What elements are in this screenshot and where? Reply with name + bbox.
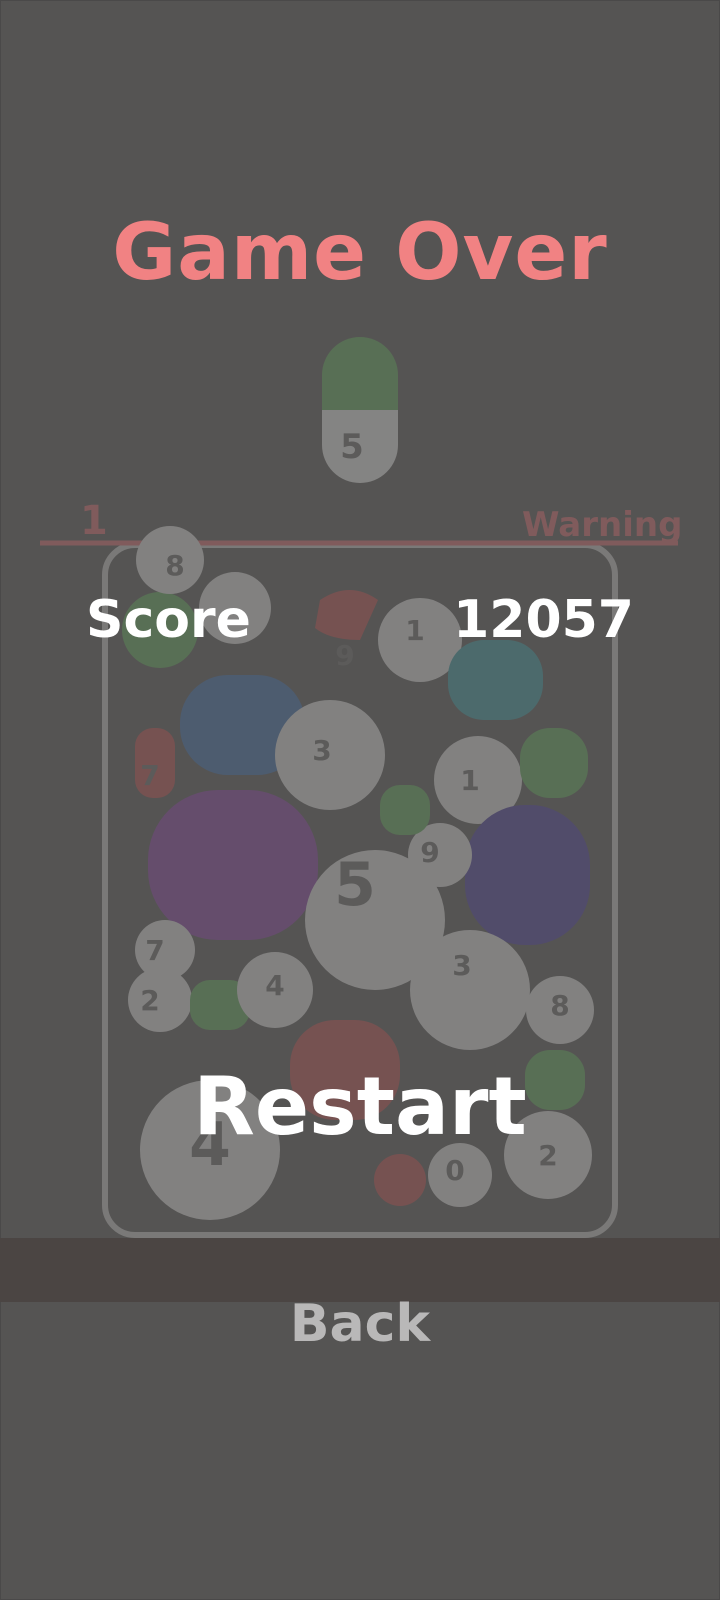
pill-number: 4 <box>265 969 284 1002</box>
pill-number: 8 <box>165 549 184 582</box>
pill <box>128 968 192 1032</box>
score-label: Score <box>86 590 251 650</box>
pill <box>410 930 530 1050</box>
pill-number: 9 <box>420 836 439 869</box>
pill-number: 5 <box>334 850 376 920</box>
bottom-bar <box>0 1238 720 1302</box>
pill-number: 2 <box>140 984 159 1017</box>
pill-number: 1 <box>405 614 424 647</box>
pill-number: 7 <box>140 759 159 792</box>
back-button[interactable]: Back <box>260 1294 460 1354</box>
pill <box>448 640 543 720</box>
pill-number: 8 <box>550 989 569 1022</box>
warning-label: Warning <box>522 505 683 545</box>
pill-number: 3 <box>452 949 471 982</box>
pill <box>315 590 378 640</box>
pill <box>465 805 590 945</box>
pill-number: 1 <box>460 764 479 797</box>
game-over-title: Game Over <box>112 208 608 298</box>
pill <box>148 790 318 940</box>
pill-number: 7 <box>145 934 164 967</box>
pill-number: 9 <box>335 639 354 672</box>
score-value: 12057 <box>453 590 634 650</box>
pill <box>380 785 430 835</box>
pill <box>520 728 588 798</box>
pill-number: 5 <box>340 427 364 467</box>
pill <box>374 1154 426 1206</box>
level-number: 1 <box>80 498 108 544</box>
restart-button[interactable]: Restart <box>160 1060 560 1153</box>
pill-number: 3 <box>312 734 331 767</box>
pill-number: 0 <box>445 1154 464 1187</box>
